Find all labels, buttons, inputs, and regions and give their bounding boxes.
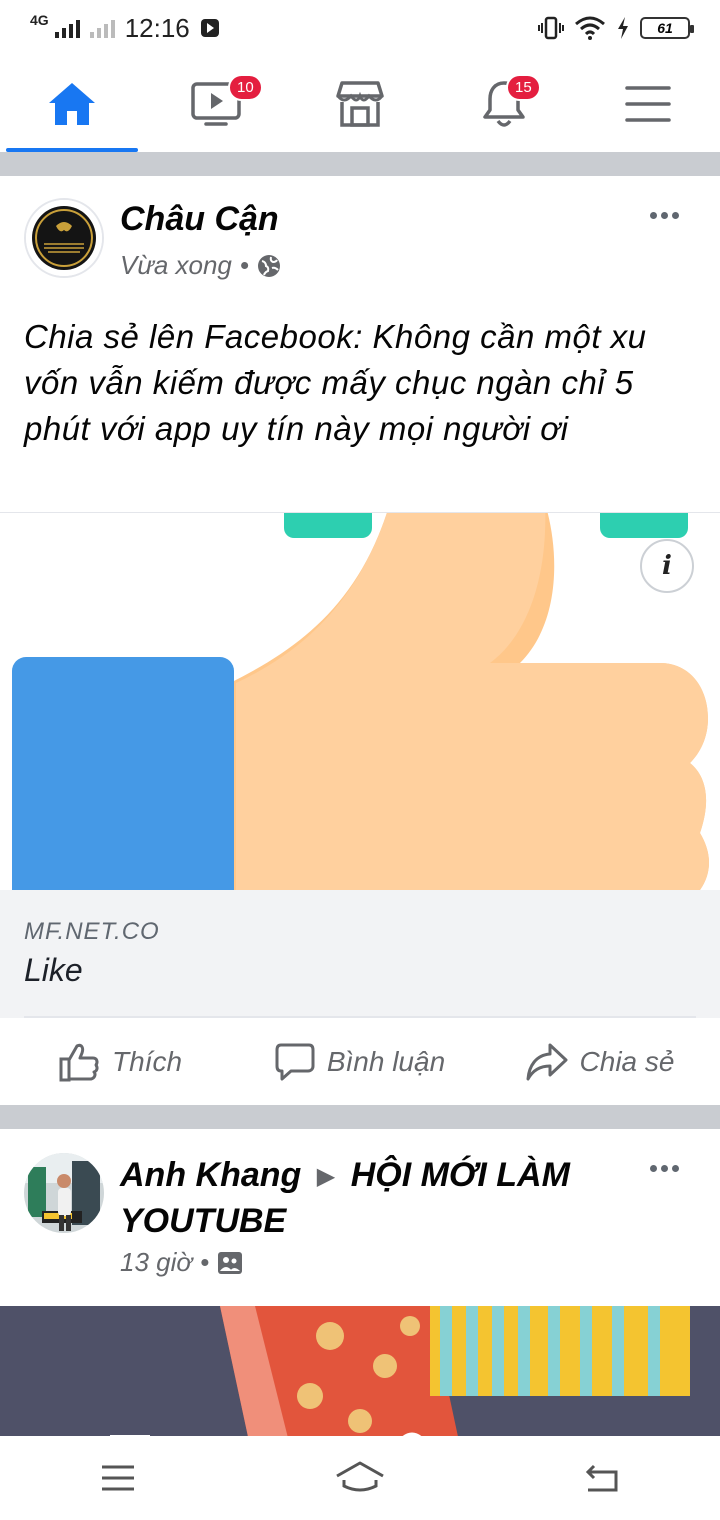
globe-icon (258, 254, 280, 277)
wifi-icon (575, 16, 605, 40)
link-domain: MF.NET.CO (24, 918, 160, 945)
tab-watch[interactable]: 10 (144, 56, 288, 152)
share-label: Chia sẻ (579, 1046, 675, 1077)
status-bar: 4G 12:16 61 (0, 0, 720, 56)
network-type: 4G (30, 12, 49, 28)
post-options-button[interactable] (650, 212, 679, 219)
ad-info-icon[interactable]: i (640, 539, 694, 593)
post-meta: 13 giờ • (120, 1247, 243, 1278)
like-label: Thích (111, 1046, 183, 1077)
recent-apps-icon[interactable] (98, 1463, 138, 1493)
media-icon (200, 19, 219, 37)
tab-notifications[interactable]: 15 (432, 56, 576, 152)
home-icon (49, 83, 95, 125)
top-nav: 10 15 (0, 56, 720, 152)
link-title: Like (24, 952, 83, 988)
signal-icon (54, 18, 80, 38)
marketplace-icon (336, 81, 384, 127)
post-image-art (0, 1306, 720, 1436)
post-author[interactable]: Anh Khang (120, 1156, 301, 1194)
profile-photo-icon (24, 1153, 104, 1233)
share-button[interactable]: Chia sẻ (480, 1042, 720, 1082)
group-icon (218, 1251, 243, 1274)
thumbs-up-illustration (12, 513, 709, 890)
signal-2-icon (89, 18, 115, 38)
clock: 12:16 (124, 12, 190, 43)
back-icon[interactable] (582, 1462, 622, 1494)
post-time[interactable]: Vừa xong (120, 250, 232, 281)
charging-icon (618, 17, 628, 39)
page-logo-icon (26, 200, 102, 276)
feed-separator (0, 1105, 720, 1129)
like-button[interactable]: Thích (0, 1042, 240, 1082)
comment-button[interactable]: Bình luận (240, 1042, 480, 1082)
comment-label: Bình luận (326, 1046, 446, 1077)
avatar[interactable] (24, 198, 104, 278)
post-text: Chia sẻ lên Facebook: Không cần một xu v… (24, 318, 647, 447)
avatar[interactable] (24, 1153, 104, 1233)
tab-marketplace[interactable] (288, 56, 432, 152)
post-header: Anh Khang ▶ HỘI MỚI LÀM YOUTUBE (120, 1153, 640, 1243)
post-image[interactable] (0, 1306, 720, 1436)
watch-badge: 10 (228, 74, 263, 101)
post-time[interactable]: 13 giờ (120, 1247, 192, 1278)
post-actions: Thích Bình luận Chia sẻ (0, 1018, 720, 1106)
post-author[interactable]: Châu Cận (120, 200, 279, 239)
tab-menu[interactable] (576, 56, 720, 152)
post-meta: Vừa xong • (120, 250, 281, 281)
share-icon (526, 1043, 568, 1081)
link-image[interactable]: i (0, 513, 720, 890)
notifications-badge: 15 (506, 74, 541, 101)
link-preview[interactable]: MF.NET.CO Like (0, 890, 720, 1018)
comment-icon (275, 1043, 315, 1081)
meta-dot: • (200, 1247, 210, 1277)
post-card: Châu Cận Vừa xong • Chia sẻ lên Facebook… (0, 176, 720, 1105)
tab-home[interactable] (0, 56, 144, 152)
battery-icon: 61 (640, 17, 694, 39)
system-nav-bar (0, 1436, 720, 1520)
vibrate-icon (538, 16, 564, 40)
battery-level: 61 (657, 20, 673, 36)
like-icon (59, 1043, 99, 1082)
menu-icon (625, 86, 671, 122)
arrow-right-icon: ▶ (316, 1163, 336, 1191)
post-options-button[interactable] (650, 1165, 679, 1172)
meta-dot: • (239, 250, 249, 280)
feed-separator (0, 152, 720, 176)
post-card: Anh Khang ▶ HỘI MỚI LÀM YOUTUBE 13 giờ • (0, 1129, 720, 1436)
home-nav-icon[interactable] (334, 1460, 386, 1496)
